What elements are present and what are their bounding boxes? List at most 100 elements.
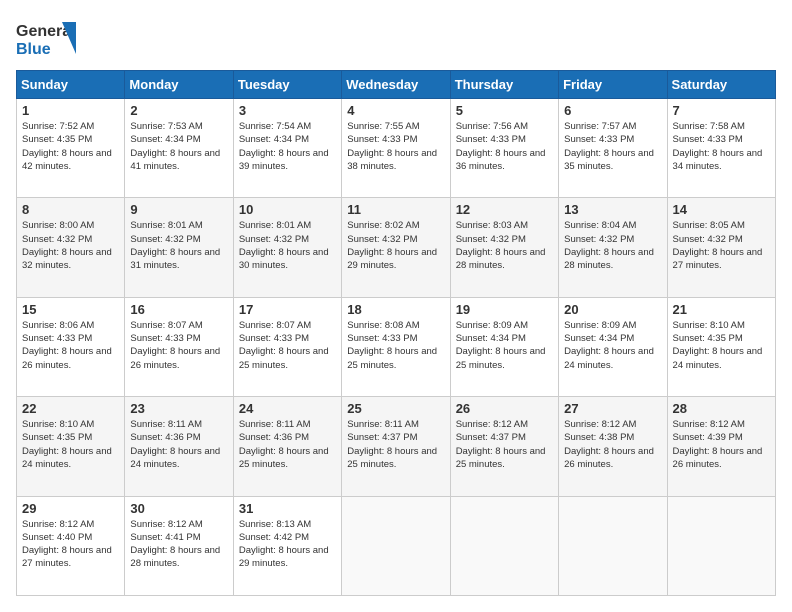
calendar-cell: 30 Sunrise: 8:12 AMSunset: 4:41 PMDayligh… [125,496,233,595]
day-number: 17 [239,302,336,317]
day-number: 10 [239,202,336,217]
day-info: Sunrise: 7:58 AMSunset: 4:33 PMDaylight:… [673,120,770,173]
day-number: 9 [130,202,227,217]
calendar-cell: 4 Sunrise: 7:55 AMSunset: 4:33 PMDaylight… [342,99,450,198]
calendar-cell [667,496,775,595]
weekday-header-friday: Friday [559,71,667,99]
day-info: Sunrise: 8:10 AMSunset: 4:35 PMDaylight:… [673,319,770,372]
day-number: 8 [22,202,119,217]
calendar-cell: 15 Sunrise: 8:06 AMSunset: 4:33 PMDayligh… [17,297,125,396]
day-info: Sunrise: 8:09 AMSunset: 4:34 PMDaylight:… [564,319,661,372]
day-number: 30 [130,501,227,516]
calendar-cell: 9 Sunrise: 8:01 AMSunset: 4:32 PMDaylight… [125,198,233,297]
calendar-cell: 22 Sunrise: 8:10 AMSunset: 4:35 PMDayligh… [17,397,125,496]
weekday-header-tuesday: Tuesday [233,71,341,99]
calendar-cell: 2 Sunrise: 7:53 AMSunset: 4:34 PMDaylight… [125,99,233,198]
day-number: 15 [22,302,119,317]
day-info: Sunrise: 8:07 AMSunset: 4:33 PMDaylight:… [239,319,336,372]
calendar-cell: 13 Sunrise: 8:04 AMSunset: 4:32 PMDayligh… [559,198,667,297]
day-info: Sunrise: 8:12 AMSunset: 4:37 PMDaylight:… [456,418,553,471]
day-number: 7 [673,103,770,118]
calendar-cell: 3Sunrise: 7:54 AMSunset: 4:34 PMDaylight… [233,99,341,198]
day-info: Sunrise: 8:00 AMSunset: 4:32 PMDaylight:… [22,219,119,272]
day-info: Sunrise: 8:06 AMSunset: 4:33 PMDaylight:… [22,319,119,372]
day-number: 24 [239,401,336,416]
calendar-cell: 28 Sunrise: 8:12 AMSunset: 4:39 PMDayligh… [667,397,775,496]
calendar-cell: 29 Sunrise: 8:12 AMSunset: 4:40 PMDayligh… [17,496,125,595]
day-info: Sunrise: 8:11 AMSunset: 4:37 PMDaylight:… [347,418,444,471]
day-number: 13 [564,202,661,217]
day-number: 20 [564,302,661,317]
calendar-cell [559,496,667,595]
day-number: 23 [130,401,227,416]
day-info: Sunrise: 8:10 AMSunset: 4:35 PMDaylight:… [22,418,119,471]
day-number: 14 [673,202,770,217]
page: General Blue SundayMondayTuesdayWednesda… [0,0,792,612]
calendar-cell: 16 Sunrise: 8:07 AMSunset: 4:33 PMDayligh… [125,297,233,396]
calendar-cell: 5Sunrise: 7:56 AMSunset: 4:33 PMDaylight… [450,99,558,198]
logo: General Blue [16,16,76,60]
calendar-cell: 18 Sunrise: 8:08 AMSunset: 4:33 PMDayligh… [342,297,450,396]
calendar-cell: 23 Sunrise: 8:11 AMSunset: 4:36 PMDayligh… [125,397,233,496]
day-info: Sunrise: 7:54 AMSunset: 4:34 PMDaylight:… [239,120,336,173]
day-info: Sunrise: 8:04 AMSunset: 4:32 PMDaylight:… [564,219,661,272]
day-info: Sunrise: 8:12 AMSunset: 4:39 PMDaylight:… [673,418,770,471]
day-number: 29 [22,501,119,516]
day-info: Sunrise: 7:52 AMSunset: 4:35 PMDaylight:… [22,120,119,173]
day-number: 22 [22,401,119,416]
day-info: Sunrise: 8:01 AMSunset: 4:32 PMDaylight:… [239,219,336,272]
day-info: Sunrise: 7:55 AMSunset: 4:33 PMDaylight:… [347,120,444,173]
day-info: Sunrise: 8:12 AMSunset: 4:38 PMDaylight:… [564,418,661,471]
calendar-cell: 26 Sunrise: 8:12 AMSunset: 4:37 PMDayligh… [450,397,558,496]
day-number: 25 [347,401,444,416]
weekday-header-thursday: Thursday [450,71,558,99]
calendar-cell: 6 Sunrise: 7:57 AMSunset: 4:33 PMDaylight… [559,99,667,198]
day-info: Sunrise: 8:12 AMSunset: 4:41 PMDaylight:… [130,518,227,571]
calendar-cell: 25 Sunrise: 8:11 AMSunset: 4:37 PMDayligh… [342,397,450,496]
calendar-cell: 19 Sunrise: 8:09 AMSunset: 4:34 PMDayligh… [450,297,558,396]
calendar-cell: 27Sunrise: 8:12 AMSunset: 4:38 PMDayligh… [559,397,667,496]
weekday-header-monday: Monday [125,71,233,99]
calendar-cell: 31 Sunrise: 8:13 AMSunset: 4:42 PMDayligh… [233,496,341,595]
day-number: 16 [130,302,227,317]
day-info: Sunrise: 8:05 AMSunset: 4:32 PMDaylight:… [673,219,770,272]
calendar-cell: 21 Sunrise: 8:10 AMSunset: 4:35 PMDayligh… [667,297,775,396]
day-info: Sunrise: 7:56 AMSunset: 4:33 PMDaylight:… [456,120,553,173]
day-number: 2 [130,103,227,118]
day-number: 6 [564,103,661,118]
weekday-header-wednesday: Wednesday [342,71,450,99]
day-info: Sunrise: 8:09 AMSunset: 4:34 PMDaylight:… [456,319,553,372]
day-number: 26 [456,401,553,416]
day-number: 18 [347,302,444,317]
weekday-header-saturday: Saturday [667,71,775,99]
calendar-cell: 12 Sunrise: 8:03 AMSunset: 4:32 PMDayligh… [450,198,558,297]
calendar-cell: 10 Sunrise: 8:01 AMSunset: 4:32 PMDayligh… [233,198,341,297]
day-number: 31 [239,501,336,516]
svg-text:Blue: Blue [16,41,51,58]
day-number: 12 [456,202,553,217]
calendar-cell: 7 Sunrise: 7:58 AMSunset: 4:33 PMDaylight… [667,99,775,198]
day-info: Sunrise: 8:07 AMSunset: 4:33 PMDaylight:… [130,319,227,372]
day-number: 4 [347,103,444,118]
day-info: Sunrise: 8:13 AMSunset: 4:42 PMDaylight:… [239,518,336,571]
calendar-cell: 24 Sunrise: 8:11 AMSunset: 4:36 PMDayligh… [233,397,341,496]
calendar-cell: 11Sunrise: 8:02 AMSunset: 4:32 PMDayligh… [342,198,450,297]
calendar-cell [450,496,558,595]
day-info: Sunrise: 8:01 AMSunset: 4:32 PMDaylight:… [130,219,227,272]
calendar-cell: 20 Sunrise: 8:09 AMSunset: 4:34 PMDayligh… [559,297,667,396]
day-info: Sunrise: 8:11 AMSunset: 4:36 PMDaylight:… [130,418,227,471]
day-info: Sunrise: 7:53 AMSunset: 4:34 PMDaylight:… [130,120,227,173]
day-info: Sunrise: 8:03 AMSunset: 4:32 PMDaylight:… [456,219,553,272]
day-info: Sunrise: 8:08 AMSunset: 4:33 PMDaylight:… [347,319,444,372]
day-number: 21 [673,302,770,317]
calendar-cell: 8 Sunrise: 8:00 AMSunset: 4:32 PMDaylight… [17,198,125,297]
calendar-table: SundayMondayTuesdayWednesdayThursdayFrid… [16,70,776,596]
calendar-cell: 14 Sunrise: 8:05 AMSunset: 4:32 PMDayligh… [667,198,775,297]
weekday-header-sunday: Sunday [17,71,125,99]
day-info: Sunrise: 8:11 AMSunset: 4:36 PMDaylight:… [239,418,336,471]
day-info: Sunrise: 7:57 AMSunset: 4:33 PMDaylight:… [564,120,661,173]
calendar-cell: 1Sunrise: 7:52 AMSunset: 4:35 PMDaylight… [17,99,125,198]
day-info: Sunrise: 8:12 AMSunset: 4:40 PMDaylight:… [22,518,119,571]
day-number: 28 [673,401,770,416]
day-number: 19 [456,302,553,317]
